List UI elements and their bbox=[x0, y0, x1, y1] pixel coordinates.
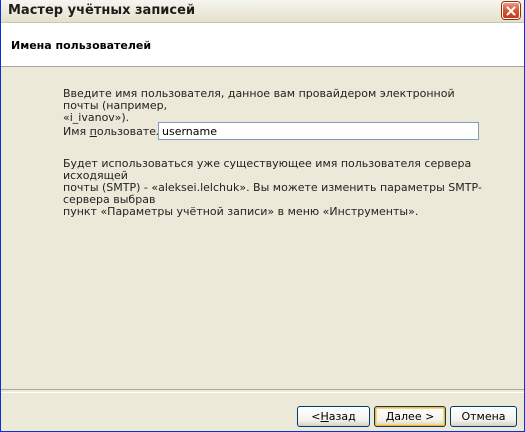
note-line: Будет использоваться уже существующее им… bbox=[63, 157, 472, 182]
accelerator-key: Н bbox=[320, 410, 329, 423]
intro-line: Введите имя пользователя, данное вам про… bbox=[63, 87, 455, 112]
wizard-header: Имена пользователей bbox=[1, 23, 524, 67]
next-button[interactable]: Далее > bbox=[374, 406, 446, 427]
cancel-button[interactable]: Отмена bbox=[450, 406, 517, 427]
note-line: почты (SMTP) - «aleksei.lelchuk». Вы мож… bbox=[63, 181, 482, 206]
close-button[interactable] bbox=[502, 2, 520, 19]
account-wizard-window: Мастер учётных записей Имена пользовател… bbox=[0, 0, 525, 432]
wizard-content: Введите имя пользователя, данное вам про… bbox=[1, 67, 524, 390]
intro-text: Введите имя пользователя, данное вам про… bbox=[63, 88, 488, 124]
back-button[interactable]: < Назад bbox=[297, 406, 370, 427]
accelerator-key: Д bbox=[385, 410, 395, 423]
window-title: Мастер учётных записей bbox=[8, 3, 196, 18]
smtp-note-text: Будет использоваться уже существующее им… bbox=[63, 158, 493, 218]
footer-divider bbox=[1, 389, 524, 393]
note-line: пункт «Параметры учётной записи» в меню … bbox=[63, 205, 419, 218]
title-bar[interactable]: Мастер учётных записей bbox=[1, 0, 524, 23]
page-title: Имена пользователей bbox=[11, 39, 152, 52]
username-label: Имя пользователя: bbox=[63, 125, 174, 138]
accelerator-key: п bbox=[89, 125, 97, 138]
username-input[interactable] bbox=[158, 122, 479, 140]
close-icon bbox=[506, 6, 516, 15]
